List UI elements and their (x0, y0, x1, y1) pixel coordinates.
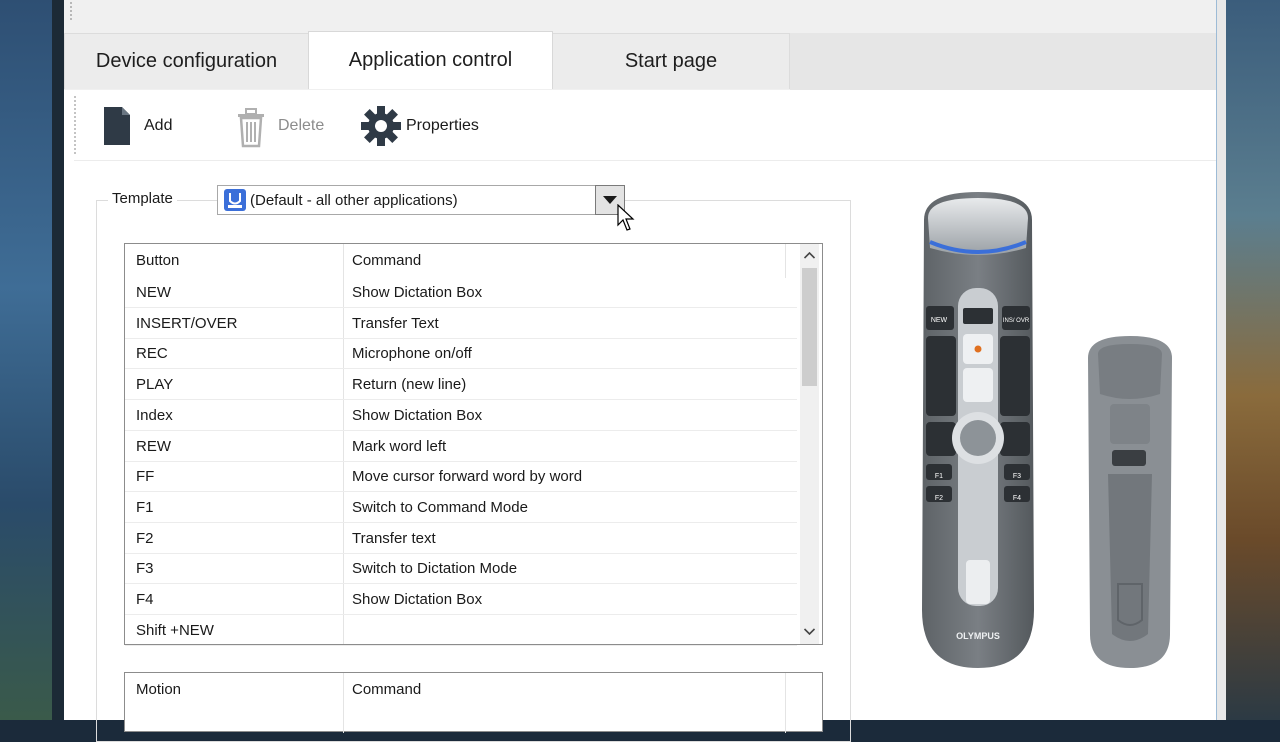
properties-button[interactable]: Properties (360, 92, 479, 160)
new-document-icon (104, 107, 130, 145)
button-cell[interactable]: INSERT/OVER (125, 309, 343, 339)
command-cell[interactable]: Switch to Command Mode (341, 493, 781, 523)
key-ins-ovr-label: INS/ OVR (1003, 318, 1030, 324)
add-label: Add (144, 117, 173, 134)
chevron-down-icon (603, 196, 617, 204)
button-cell[interactable]: NEW (125, 278, 343, 308)
button-cell[interactable]: F3 (125, 554, 343, 584)
desktop-background-right (1226, 0, 1280, 720)
toolbar-grip (74, 96, 78, 154)
command-cell[interactable]: Mark word left (341, 432, 781, 462)
title-bar (64, 0, 1216, 33)
template-label: Template (108, 190, 177, 207)
key-f4-label: F4 (1013, 495, 1021, 502)
tab-strip-filler (790, 33, 1216, 90)
command-cell[interactable]: Transfer text (341, 524, 781, 554)
command-cell[interactable] (341, 616, 781, 646)
command-cell[interactable]: Transfer Text (341, 309, 781, 339)
gear-icon (361, 106, 401, 146)
tab-start-page[interactable]: Start page (552, 33, 790, 89)
button-cell[interactable]: REW (125, 432, 343, 462)
delete-label: Delete (278, 117, 325, 134)
template-selected-value: (Default - all other applications) (250, 191, 458, 209)
column-header-command[interactable]: Command (341, 675, 781, 705)
scroll-thumb[interactable] (802, 268, 817, 386)
window-edge-left (52, 0, 64, 720)
desktop-background-left (0, 0, 56, 720)
trash-icon (238, 108, 264, 148)
command-cell[interactable]: Move cursor forward word by word (341, 462, 781, 492)
key-f1-label: F1 (935, 473, 943, 480)
dictation-microphone-front-image: NEW F1 F2 F3 F4 INS/ OVR OLYMPUS (922, 192, 1034, 668)
chevron-up-icon[interactable] (804, 252, 815, 259)
tab-application-control[interactable]: Application control (308, 31, 553, 89)
command-cell[interactable]: Microphone on/off (341, 339, 781, 369)
command-cell[interactable]: Show Dictation Box (341, 278, 781, 308)
tab-device-configuration[interactable]: Device configuration (64, 33, 309, 89)
key-f3-label: F3 (1013, 473, 1021, 480)
command-cell[interactable]: Return (new line) (341, 370, 781, 400)
add-button[interactable]: Add (102, 92, 172, 160)
column-header-motion[interactable]: Motion (125, 675, 343, 705)
button-command-table: Button Command NEW Show Dictation Box INSE… (124, 243, 823, 646)
grip-handle[interactable] (70, 2, 74, 20)
device-brand-logo: OLYMPUS (956, 631, 1000, 641)
motion-command-table: Motion Command (124, 672, 823, 733)
column-divider (785, 244, 786, 278)
command-cell[interactable]: Show Dictation Box (341, 401, 781, 431)
column-header-command[interactable]: Command (341, 246, 781, 276)
button-cell[interactable]: FF (125, 462, 343, 492)
button-cell[interactable]: F4 (125, 585, 343, 615)
button-cell[interactable]: Shift +NEW (125, 616, 343, 646)
dictation-microphone-back-image (1088, 336, 1172, 668)
tab-label: Application control (348, 49, 513, 71)
command-cell[interactable]: Show Dictation Box (341, 585, 781, 615)
tab-label: Start page (624, 50, 718, 72)
button-cell[interactable]: F2 (125, 524, 343, 554)
key-new-label: NEW (931, 317, 948, 324)
mouse-cursor-icon (617, 204, 635, 231)
button-cell[interactable]: PLAY (125, 370, 343, 400)
tab-label: Device configuration (95, 50, 278, 72)
command-cell[interactable]: Switch to Dictation Mode (341, 554, 781, 584)
app-window: Device configuration Start page Applicat… (64, 0, 1216, 742)
chevron-down-icon[interactable] (804, 628, 815, 635)
delete-button[interactable]: Delete (234, 92, 324, 160)
key-f2-label: F2 (935, 495, 943, 502)
column-header-button[interactable]: Button (125, 246, 343, 276)
template-dropdown[interactable]: (Default - all other applications) (217, 185, 625, 215)
toolbar: Add Delete Properties (74, 92, 1216, 161)
button-cell[interactable]: REC (125, 339, 343, 369)
app-template-icon (224, 189, 246, 211)
properties-label: Properties (406, 117, 479, 134)
button-cell[interactable]: F1 (125, 493, 343, 523)
button-cell[interactable]: Index (125, 401, 343, 431)
vertical-scrollbar[interactable] (800, 244, 819, 644)
column-divider (785, 673, 786, 733)
